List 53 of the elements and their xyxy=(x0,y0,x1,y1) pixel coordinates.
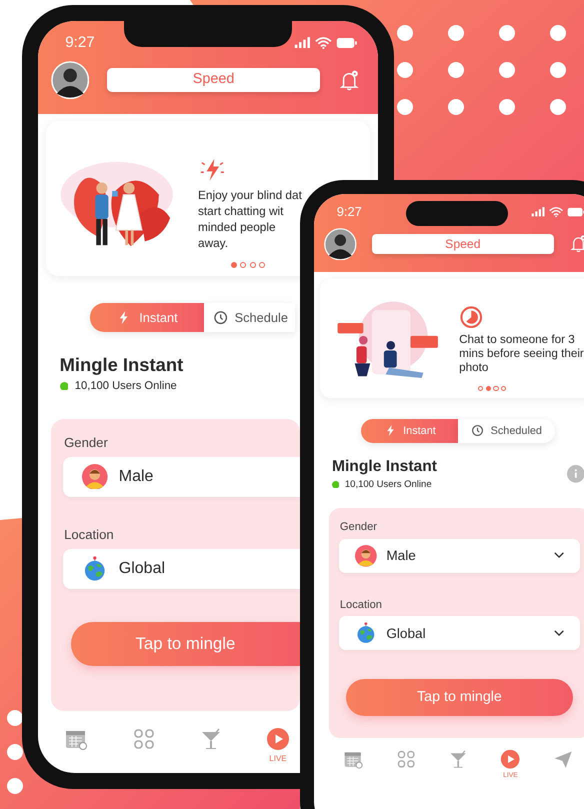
avatar[interactable] xyxy=(50,61,90,100)
wifi-icon xyxy=(314,36,332,49)
field-label: Location xyxy=(64,527,115,542)
carousel-dot[interactable] xyxy=(231,262,238,268)
card-description: Enjoy your blind dat start chatting wit minded people away. xyxy=(198,188,302,252)
signal-icon xyxy=(531,206,546,218)
card-description: Chat to someone for 3 mins before seeing their photo xyxy=(459,333,584,376)
header-title: Speed xyxy=(372,234,554,254)
dropdown-field[interactable]: Global xyxy=(338,616,580,650)
wifi-icon xyxy=(548,206,564,218)
status-time: 9:27 xyxy=(65,34,95,52)
globe-icon xyxy=(355,622,377,644)
dropdown-field[interactable]: Male xyxy=(62,456,300,497)
carousel-dot[interactable] xyxy=(478,386,483,392)
man-avatar-icon xyxy=(355,544,377,567)
carousel-dot[interactable] xyxy=(501,386,506,392)
timer-icon xyxy=(459,304,484,330)
mode-tab[interactable]: Schedule xyxy=(204,303,295,332)
dropdown-field[interactable]: Global xyxy=(62,548,300,589)
field-label: Gender xyxy=(340,521,378,534)
section-title: Mingle Instant xyxy=(60,354,184,376)
mode-tab[interactable]: Scheduled xyxy=(458,418,555,443)
status-time: 9:27 xyxy=(336,204,362,220)
signal-icon xyxy=(294,36,311,49)
grid-icon xyxy=(132,726,156,751)
field-label: Gender xyxy=(64,435,109,450)
battery-icon xyxy=(566,206,584,218)
info-icon[interactable] xyxy=(567,464,584,483)
play-icon xyxy=(266,726,290,751)
carousel-dot[interactable] xyxy=(258,262,265,268)
play-icon xyxy=(500,748,521,769)
clock-icon xyxy=(471,424,484,438)
users-online: 10,100 Users Online xyxy=(344,478,432,490)
online-dot xyxy=(60,382,68,390)
section-title: Mingle Instant xyxy=(332,458,437,476)
bell-icon[interactable] xyxy=(338,69,360,92)
clock-icon xyxy=(212,310,228,326)
dropdown-field[interactable]: Male xyxy=(338,538,580,573)
carousel-dot[interactable] xyxy=(240,262,246,268)
field-label: Location xyxy=(340,598,383,611)
online-dot xyxy=(332,480,340,488)
bell-icon[interactable] xyxy=(568,234,584,254)
carousel-dot[interactable] xyxy=(250,262,256,268)
battery-icon xyxy=(336,36,358,49)
carousel-dot[interactable] xyxy=(486,386,491,392)
header-title: Speed xyxy=(106,68,320,92)
man-avatar-icon xyxy=(82,464,108,490)
users-online: 10,100 Users Online xyxy=(74,380,177,392)
grid-icon xyxy=(396,748,416,769)
carousel-dot[interactable] xyxy=(493,386,499,392)
cocktail-icon xyxy=(448,748,468,769)
send-icon xyxy=(552,748,573,769)
avatar[interactable] xyxy=(324,228,358,260)
